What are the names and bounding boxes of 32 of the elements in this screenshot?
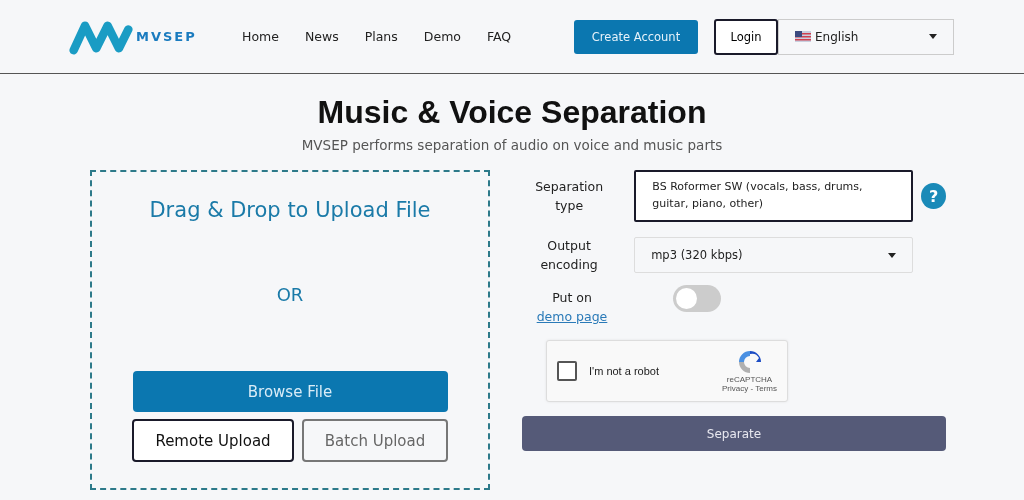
login-button[interactable]: Login [714,18,778,55]
nav-link[interactable]: FAQ [486,29,512,44]
caret-icon [929,34,937,39]
separate-button[interactable]: Separate [522,416,946,451]
page-subtitle: MVSEP performs separation of audio on voice and music parts [300,137,724,153]
nav-link[interactable]: Demo [423,29,461,44]
checkbox[interactable] [557,361,577,381]
captcha-links[interactable]: Privacy - Terms [722,384,777,393]
separation-type-select[interactable]: BS Roformer SW (vocals, bass, drums, guitar, piano, other) [634,170,914,222]
upload-button[interactable]: Remote Upload [132,419,294,462]
nav-link[interactable]: News [304,29,339,44]
recaptcha-icon [736,349,763,375]
captcha-brand: reCAPTCHA [726,375,773,384]
create-account-button[interactable]: Create Account [574,19,698,54]
field-label: Separation type [534,178,605,215]
caret-icon [887,252,896,258]
page-title: Music & Voice Separation [316,94,708,131]
drop-heading: Drag & Drop to Upload File [149,198,431,222]
demo-page-link[interactable]: demo page [536,307,608,326]
nav-link[interactable]: Home [242,29,279,44]
logo-text[interactable]: MVSEP [136,29,197,44]
field-label: Output encoding [539,237,599,274]
or-text: OR [276,284,304,305]
flag-icon [795,31,811,42]
help-icon[interactable]: ? [921,183,946,209]
captcha-label: I'm not a robot [589,365,659,377]
browse-file-button[interactable]: Browse File [132,371,448,412]
field-label: Put on [552,289,592,307]
language-select[interactable]: English [778,18,954,55]
toggle-switch[interactable] [673,284,721,312]
encoding-select[interactable]: mp3 (320 kbps) [634,237,913,273]
nav-link[interactable]: Plans [364,29,398,44]
